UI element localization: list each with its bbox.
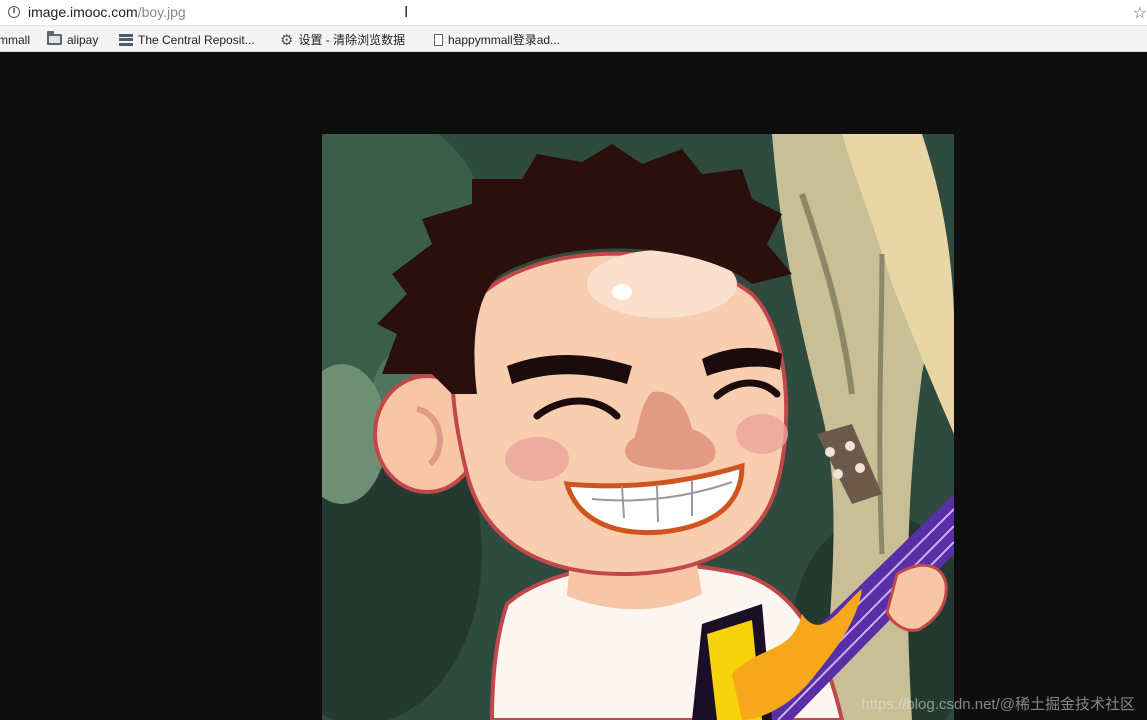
bookmark-label: mmall <box>0 32 30 47</box>
bookmark-label: happymmall登录ad... <box>448 32 561 47</box>
image-viewer: https://blog.csdn.net/@稀土掘金技术社区 <box>0 52 1147 720</box>
folder-icon <box>47 31 62 46</box>
bookmark-settings-clear-data[interactable]: ⚙ 设置 - 清除浏览数据 <box>280 30 406 49</box>
address-bar[interactable]: i image.imooc.com/boy.jpg Ι ☆ <box>0 0 1147 26</box>
text-cursor-icon: Ι <box>404 3 409 21</box>
url-path: /boy.jpg <box>137 4 186 20</box>
watermark: https://blog.csdn.net/@稀土掘金技术社区 <box>861 696 1135 713</box>
url-field[interactable]: image.imooc.com/boy.jpg <box>28 4 186 20</box>
bookmark-label: 设置 - 清除浏览数据 <box>298 32 406 47</box>
bookmark-label: alipay <box>67 32 99 47</box>
bookmark-mmall[interactable]: mmall <box>0 31 30 47</box>
stack-icon <box>119 33 133 46</box>
info-icon[interactable]: i <box>8 6 20 18</box>
bookmark-label: The Central Reposit... <box>138 32 255 47</box>
bookmark-star-icon[interactable]: ☆ <box>1133 3 1147 22</box>
bookmark-alipay[interactable]: alipay <box>47 31 98 47</box>
bookmarks-bar: mmall alipay The Central Reposit... ⚙ 设置 … <box>0 26 1147 52</box>
url-host: image.imooc.com <box>28 4 138 20</box>
cartoon-boy-guitar-image <box>322 134 954 720</box>
page-icon <box>434 33 443 46</box>
displayed-image[interactable] <box>322 134 954 720</box>
bookmark-central-repository[interactable]: The Central Reposit... <box>119 31 255 47</box>
gear-icon: ⚙ <box>280 30 294 49</box>
bookmark-happymmall-login[interactable]: happymmall登录ad... <box>432 31 560 47</box>
